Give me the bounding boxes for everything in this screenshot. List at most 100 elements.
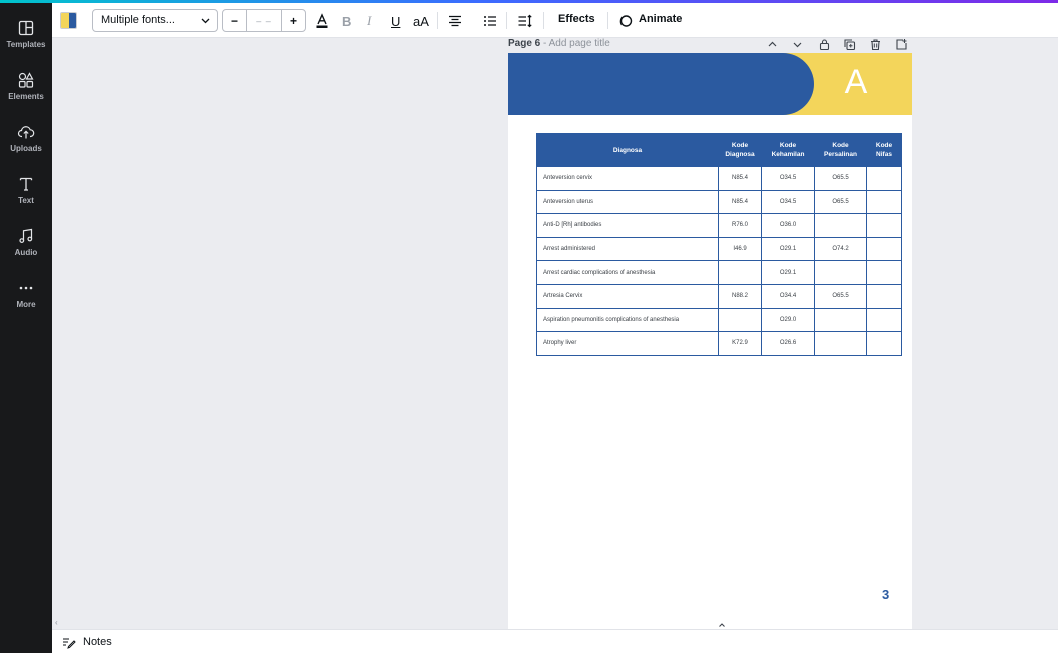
table-cell[interactable]: N88.2 (718, 283, 762, 309)
page-title[interactable]: Page 6 - Add page title (508, 38, 610, 49)
toolbar-divider (506, 12, 507, 29)
rail-label-elements: Elements (8, 92, 44, 101)
text-color-button[interactable] (314, 11, 330, 31)
rail-item-elements[interactable]: Elements (0, 63, 52, 113)
header-kode-nifas[interactable]: Kode Nifas (866, 133, 902, 167)
banner-letter[interactable]: A (812, 63, 900, 102)
diagnosis-table[interactable]: Diagnosa Kode Diagnosa Kode Kehamilan Kode… (536, 133, 902, 356)
design-page[interactable]: A Diagnosa Kode Diagnosa Kode Kehamilan Ko… (508, 53, 912, 629)
animate-icon-wrap[interactable] (618, 11, 634, 31)
table-cell[interactable] (866, 189, 902, 215)
table-cell[interactable]: O34.5 (761, 166, 815, 191)
italic-button[interactable]: I (367, 11, 371, 31)
table-cell[interactable]: O74.2 (814, 236, 867, 262)
table-cell[interactable]: Anteversion uterus (536, 189, 719, 215)
table-cell[interactable]: R76.0 (718, 213, 762, 238)
templates-icon (18, 20, 34, 36)
decrease-font-size-button[interactable]: − (223, 10, 246, 31)
table-cell[interactable] (866, 331, 902, 356)
table-cell[interactable]: O34.5 (761, 189, 815, 215)
scroll-left-arrow[interactable]: ‹ (55, 618, 58, 627)
table-cell[interactable]: O29.1 (761, 260, 815, 285)
table-cell[interactable]: O26.6 (761, 331, 815, 356)
text-icon (19, 177, 33, 191)
table-cell[interactable]: Arrest administered (536, 236, 719, 262)
chevron-down-icon (201, 18, 210, 24)
table-cell[interactable]: Artresia Cervix (536, 283, 719, 309)
header-diagnosa[interactable]: Diagnosa (536, 133, 719, 167)
effects-button[interactable]: Effects (558, 13, 595, 25)
table-cell[interactable]: O29.1 (761, 236, 815, 262)
increase-font-size-button[interactable]: + (282, 10, 305, 31)
table-cell[interactable] (866, 236, 902, 262)
table-cell[interactable]: Aspiration pneumonitis complications of … (536, 307, 719, 333)
banner-blue-shape[interactable] (508, 53, 814, 115)
rail-item-text[interactable]: Text (0, 167, 52, 217)
table-body: Anteversion cervix N85.4 O34.5 O65.5 Anteve… (536, 166, 902, 356)
table-cell[interactable]: O29.0 (761, 307, 815, 333)
duplicate-page-button[interactable] (843, 38, 856, 51)
table-row: Artresia Cervix N88.2 O34.4 O65.5 (536, 283, 902, 309)
font-family-select[interactable]: Multiple fonts... (92, 9, 218, 32)
swatch-yellow (61, 13, 69, 28)
bold-button[interactable]: B (342, 11, 351, 31)
table-cell[interactable] (814, 260, 867, 285)
table-row: Arrest cardiac complications of anesthes… (536, 260, 902, 285)
table-cell[interactable]: Anteversion cervix (536, 166, 719, 191)
text-align-button[interactable] (447, 11, 463, 31)
table-cell[interactable] (718, 307, 762, 333)
table-cell[interactable]: O65.5 (814, 166, 867, 191)
add-page-button[interactable] (895, 38, 908, 51)
editor-toolbar: Multiple fonts... − – – + B I U aA Effec… (52, 3, 1058, 38)
spacing-button[interactable] (517, 11, 533, 31)
lock-page-button[interactable] (818, 38, 831, 51)
animate-button[interactable]: Animate (639, 13, 682, 25)
font-size-input[interactable]: – – (246, 10, 282, 31)
page-number[interactable]: 3 (882, 587, 889, 602)
move-page-up-button[interactable] (766, 38, 779, 51)
header-kode-diagnosa[interactable]: Kode Diagnosa (718, 133, 762, 167)
delete-page-button[interactable] (869, 38, 882, 51)
header-kode-persalinan[interactable]: Kode Persalinan (814, 133, 867, 167)
notes-button[interactable]: Notes (62, 635, 112, 649)
table-cell[interactable]: N85.4 (718, 166, 762, 191)
letter-case-button[interactable]: aA (413, 11, 429, 31)
table-cell[interactable]: K72.9 (718, 331, 762, 356)
rail-item-uploads[interactable]: Uploads (0, 115, 52, 165)
table-cell[interactable] (866, 283, 902, 309)
table-cell[interactable] (814, 213, 867, 238)
list-button[interactable] (482, 11, 498, 31)
underline-button[interactable]: U (391, 11, 400, 31)
header-label: Nifas (876, 151, 892, 158)
table-cell[interactable]: O65.5 (814, 283, 867, 309)
table-cell[interactable]: O65.5 (814, 189, 867, 215)
table-cell[interactable]: Atrophy liver (536, 331, 719, 356)
table-cell[interactable] (718, 260, 762, 285)
chevron-up-icon (719, 623, 725, 627)
header-label: Kode (779, 142, 797, 149)
rail-label-audio: Audio (14, 248, 38, 257)
table-cell[interactable]: N85.4 (718, 189, 762, 215)
table-cell[interactable]: O34.4 (761, 283, 815, 309)
table-row: Atrophy liver K72.9 O26.6 (536, 331, 902, 356)
move-page-down-button[interactable] (791, 38, 804, 51)
table-cell[interactable] (814, 331, 867, 356)
table-cell[interactable]: O36.0 (761, 213, 815, 238)
rail-item-more[interactable]: More (0, 271, 52, 321)
table-cell[interactable] (866, 166, 902, 191)
table-cell[interactable]: I46.9 (718, 236, 762, 262)
rail-item-templates[interactable]: Templates (0, 11, 52, 61)
table-cell[interactable] (866, 213, 902, 238)
page-header: Page 6 - Add page title (508, 38, 912, 53)
table-cell[interactable] (866, 307, 902, 333)
notes-icon (63, 638, 76, 649)
table-cell[interactable]: Anti-D [Rh] antibodies (536, 213, 719, 238)
table-cell[interactable] (814, 307, 867, 333)
rail-item-audio[interactable]: Audio (0, 219, 52, 269)
uploads-icon (17, 126, 35, 139)
design-canvas: Page 6 - Add page title A Diagnosa Kode … (52, 38, 1058, 629)
color-swatch[interactable] (60, 12, 77, 29)
table-cell[interactable]: Arrest cardiac complications of anesthes… (536, 260, 719, 285)
header-kode-kehamilan[interactable]: Kode Kehamilan (761, 133, 815, 167)
table-cell[interactable] (866, 260, 902, 285)
